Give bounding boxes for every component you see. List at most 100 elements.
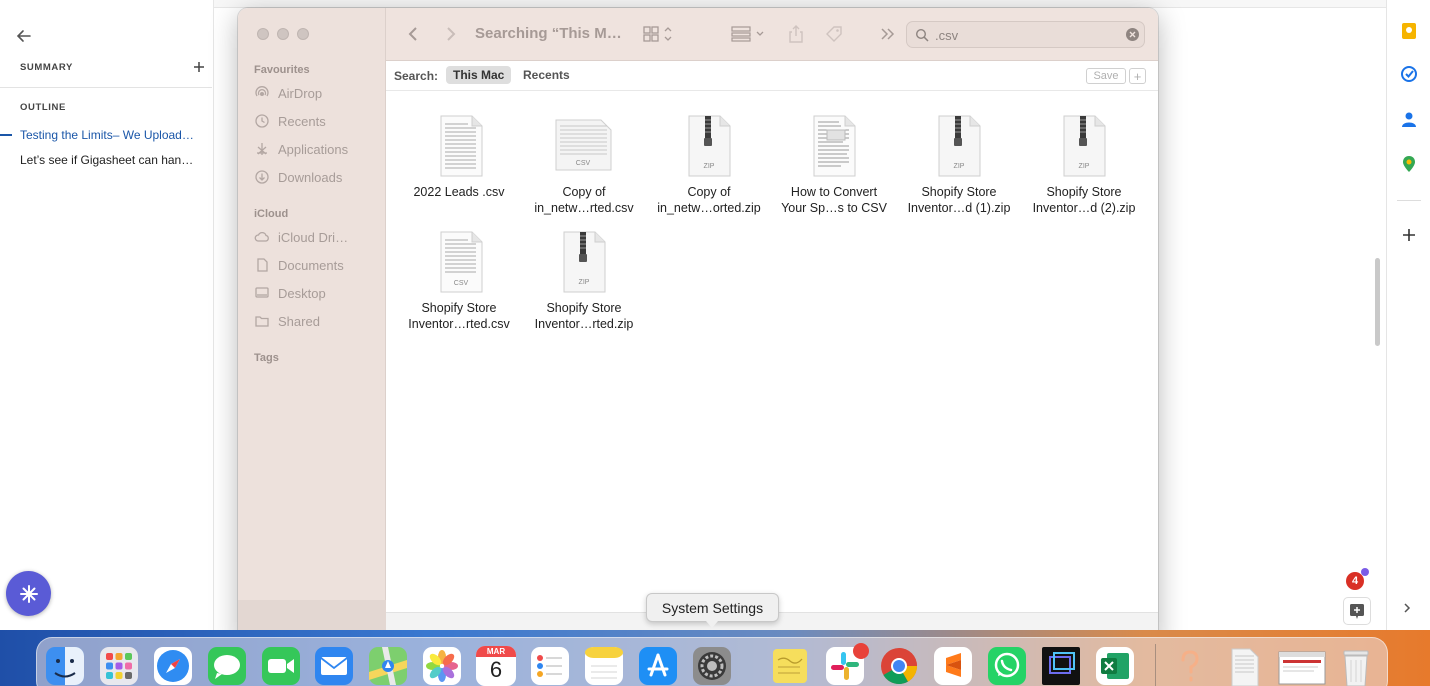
outline-label: OUTLINE — [20, 102, 66, 113]
file-item[interactable]: How to Convert Your Sp…s to CSV — [772, 114, 896, 216]
add-summary-icon[interactable] — [192, 60, 206, 74]
clear-search-icon[interactable] — [1126, 28, 1139, 41]
trash-icon[interactable] — [1336, 646, 1376, 686]
mail-app-icon[interactable] — [314, 646, 354, 686]
help-app-icon[interactable] — [1170, 646, 1210, 686]
file-item[interactable]: CSV Copy of in_netw…rted.csv — [522, 114, 646, 216]
sidebar-item-label: Documents — [278, 257, 344, 273]
notification-plus-dot — [1361, 568, 1369, 576]
file-item[interactable]: CSV Shopify Store Inventor…rted.csv — [397, 230, 521, 332]
dock-tooltip: System Settings — [646, 593, 779, 622]
save-search-button[interactable]: Save — [1086, 68, 1126, 84]
outline-item-gigasheet[interactable]: Let’s see if Gigasheet can han… — [20, 153, 193, 167]
search-results-grid: 2022 Leads .csv CSV Copy of in_netw…rted… — [386, 92, 1158, 612]
scope-this-mac[interactable]: This Mac — [446, 66, 512, 84]
whatsapp-app-icon[interactable] — [987, 646, 1027, 686]
back-button-icon[interactable] — [404, 24, 424, 44]
file-item[interactable]: 2022 Leads .csv — [397, 114, 521, 200]
stickies-app-icon[interactable] — [770, 646, 810, 686]
cloud-icon — [254, 231, 269, 242]
sparkle-icon — [19, 584, 38, 603]
finder-app-icon[interactable] — [45, 646, 85, 686]
file-name-line2: Inventor…d (1).zip — [907, 201, 1011, 215]
system-settings-app-icon[interactable] — [692, 646, 732, 686]
zoom-window-button[interactable] — [297, 28, 309, 40]
group-by-icon[interactable] — [730, 24, 768, 44]
photos-app-icon[interactable] — [422, 646, 462, 686]
minimize-window-button[interactable] — [277, 28, 289, 40]
applications-icon — [257, 143, 267, 155]
sidebar-item-label: Downloads — [278, 169, 343, 185]
tasks-icon[interactable] — [1400, 65, 1418, 83]
scope-recents[interactable]: Recents — [516, 66, 577, 84]
add-addon-icon[interactable] — [1400, 226, 1418, 244]
maps-app-icon[interactable] — [368, 646, 408, 686]
more-tools-icon[interactable] — [878, 24, 898, 44]
chevron-right-icon[interactable] — [1400, 601, 1414, 615]
sidebar-item-label: Shared — [278, 313, 320, 329]
file-name-line1: 2022 Leads .csv — [413, 185, 505, 199]
file-name-line1: How to Convert — [790, 185, 878, 199]
dock-separator — [1155, 644, 1156, 686]
launchpad-app-icon[interactable] — [99, 646, 139, 686]
clock-icon — [255, 114, 269, 128]
calendar-day: 6 — [489, 657, 503, 682]
calendar-app-icon[interactable]: MAR 6 — [476, 646, 516, 686]
sidebar-item-recents[interactable]: Recents — [254, 111, 326, 131]
sidebar-item-downloads[interactable]: Downloads — [254, 167, 342, 187]
notes-app-icon[interactable] — [584, 646, 624, 686]
zip-file-icon: ZIP — [938, 115, 981, 177]
app-store-app-icon[interactable] — [638, 646, 678, 686]
outline-item-testing-limits[interactable]: Testing the Limits– We Upload… — [20, 128, 194, 142]
sidebar-item-documents[interactable]: Documents — [254, 255, 344, 275]
zip-icon-label: ZIP — [954, 163, 965, 170]
chrome-app-icon[interactable] — [879, 646, 919, 686]
file-name-line1: Shopify Store — [546, 301, 622, 315]
file-item[interactable]: ZIP Copy of in_netw…orted.zip — [647, 114, 771, 216]
sidebar-item-icloud-drive[interactable]: iCloud Dri… — [254, 227, 348, 247]
file-item[interactable]: ZIP Shopify Store Inventor…d (1).zip — [897, 114, 1021, 216]
forward-button-icon[interactable] — [440, 24, 460, 44]
safari-app-icon[interactable] — [153, 646, 193, 686]
finder-sidebar: Favourites AirDrop Recents Applications … — [238, 8, 386, 648]
sidebar-item-airdrop[interactable]: AirDrop — [254, 83, 322, 103]
keep-icon[interactable] — [1400, 22, 1418, 40]
screen-recorder-app-icon[interactable] — [1041, 646, 1081, 686]
excel-app-icon[interactable] — [1095, 646, 1135, 686]
close-window-button[interactable] — [257, 28, 269, 40]
sidebar-item-desktop[interactable]: Desktop — [254, 283, 326, 303]
messages-app-icon[interactable] — [207, 646, 247, 686]
sidebar-item-applications[interactable]: Applications — [254, 139, 348, 159]
contacts-icon[interactable] — [1400, 110, 1418, 128]
sidebar-item-label: Recents — [278, 113, 326, 129]
search-field[interactable] — [906, 21, 1145, 48]
sidebar-item-label: AirDrop — [278, 85, 323, 101]
favourites-heading: Favourites — [254, 64, 310, 76]
file-item[interactable]: ZIP Shopify Store Inventor…rted.zip — [522, 230, 646, 332]
icon-view-toggle-icon[interactable] — [642, 24, 676, 44]
search-input[interactable] — [935, 28, 1115, 43]
maps-pin-icon[interactable] — [1400, 155, 1418, 173]
zip-icon-label: ZIP — [704, 163, 715, 170]
assistant-button[interactable] — [6, 571, 51, 616]
explore-button[interactable] — [1343, 597, 1371, 625]
browser-window-thumbnail-icon[interactable] — [1278, 646, 1326, 686]
window-title: Searching “This M… — [475, 25, 622, 42]
pdf-document-icon — [813, 115, 856, 177]
tag-icon[interactable] — [824, 24, 844, 44]
sidebar-item-shared[interactable]: Shared — [254, 311, 320, 331]
sidebar-item-label: Desktop — [278, 285, 326, 301]
file-item[interactable]: ZIP Shopify Store Inventor…d (2).zip — [1022, 114, 1146, 216]
file-name-line1: Copy of — [562, 185, 606, 199]
csv-document-dock-icon[interactable] — [1224, 646, 1264, 686]
document-scrollbar[interactable] — [1375, 258, 1380, 346]
file-name-line2: Inventor…d (2).zip — [1032, 201, 1136, 215]
add-criteria-button[interactable]: + — [1129, 68, 1146, 84]
finder-toolbar: Searching “This M… — [386, 8, 1158, 61]
sublime-text-app-icon[interactable] — [933, 646, 973, 686]
back-arrow-icon[interactable] — [14, 26, 34, 46]
facetime-app-icon[interactable] — [261, 646, 301, 686]
outline-active-indicator — [0, 134, 12, 136]
reminders-app-icon[interactable] — [530, 646, 570, 686]
share-icon[interactable] — [786, 24, 806, 44]
